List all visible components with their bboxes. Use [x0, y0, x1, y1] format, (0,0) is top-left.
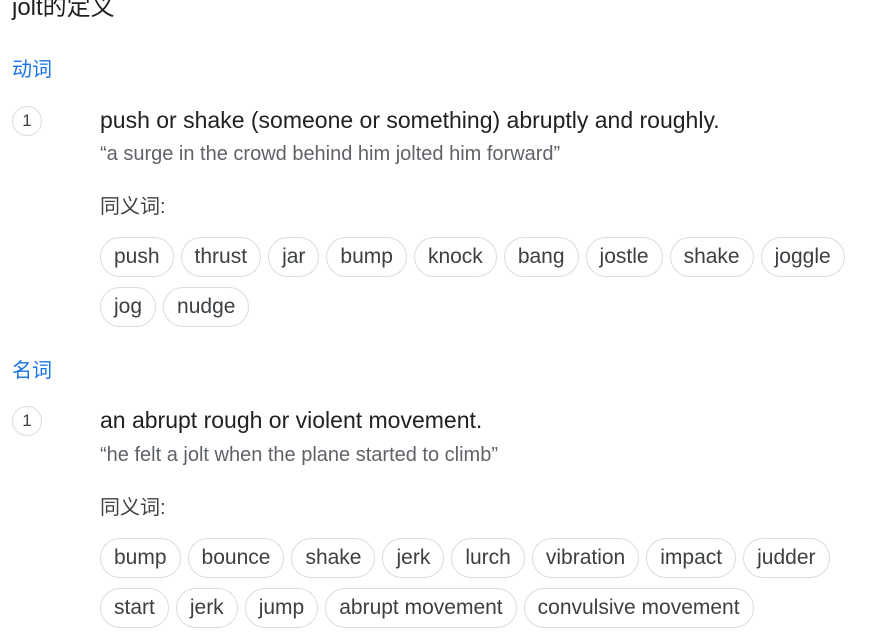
synonym-chip[interactable]: jostle	[585, 237, 663, 277]
definition-panel: jolt的定义 动词 1 push or shake (someone or s…	[0, 0, 880, 638]
synonym-chip[interactable]: start	[100, 588, 169, 628]
synonym-chip[interactable]: vibration	[531, 538, 640, 578]
synonym-chip[interactable]: bump	[326, 237, 407, 277]
synonym-chip[interactable]: impact	[646, 538, 737, 578]
definition-verb: push or shake (someone or something) abr…	[100, 107, 720, 133]
pos-label-noun: 名词	[12, 360, 52, 382]
synonym-chip[interactable]: judder	[743, 538, 830, 578]
synonym-chip[interactable]: shake	[291, 538, 376, 578]
synonym-chip[interactable]: bump	[100, 538, 181, 578]
page-title: jolt的定义	[12, 0, 115, 21]
synonym-chip[interactable]: jerk	[382, 538, 445, 578]
synonym-chips-verb: push thrust jar bump knock bang jostle shake jog…	[100, 237, 870, 327]
synonym-chip[interactable]: jerk	[175, 588, 238, 628]
synonym-chip[interactable]: knock	[413, 237, 497, 277]
example-verb: “a surge in the crowd behind him jolted …	[100, 143, 561, 165]
definition-noun: an abrupt rough or violent movement.	[100, 407, 483, 433]
sense-number-verb: 1	[12, 106, 42, 136]
synonym-chips-noun: bump bounce shake jerk lurch vibration impact j…	[100, 538, 870, 628]
example-noun: “he felt a jolt when the plane started t…	[100, 444, 498, 466]
synonym-chip[interactable]: jog	[100, 287, 157, 327]
synonym-chip[interactable]: bounce	[187, 538, 285, 578]
synonyms-label-noun: 同义词:	[100, 497, 166, 519]
synonyms-label-verb: 同义词:	[100, 196, 166, 218]
synonym-chip[interactable]: jar	[268, 237, 320, 277]
synonym-chip[interactable]: abrupt movement	[325, 588, 517, 628]
synonym-chip[interactable]: lurch	[451, 538, 525, 578]
synonym-chip[interactable]: thrust	[180, 237, 262, 277]
synonym-chip[interactable]: nudge	[163, 287, 250, 327]
synonym-chip[interactable]: shake	[669, 237, 754, 277]
synonym-chip[interactable]: joggle	[760, 237, 845, 277]
synonym-chip[interactable]: push	[100, 237, 174, 277]
pos-label-verb: 动词	[12, 59, 52, 81]
synonym-chip[interactable]: jump	[244, 588, 319, 628]
synonym-chip[interactable]: convulsive movement	[523, 588, 754, 628]
sense-number-noun: 1	[12, 406, 42, 436]
synonym-chip[interactable]: bang	[503, 237, 579, 277]
